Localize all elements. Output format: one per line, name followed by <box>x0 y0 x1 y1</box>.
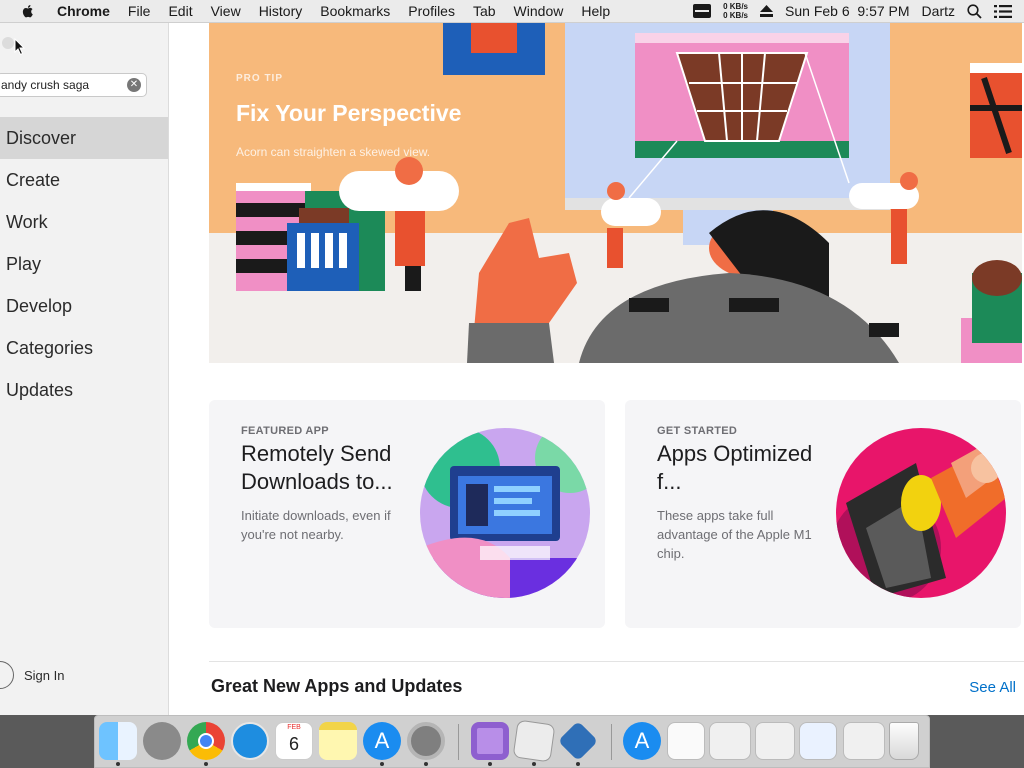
menu-window[interactable]: Window <box>505 3 573 19</box>
sidebar-item-label: Develop <box>6 295 73 316</box>
get-started-illustration <box>836 428 1006 598</box>
window-button[interactable] <box>2 37 14 49</box>
card-tag: GET STARTED <box>657 425 738 437</box>
running-indicator <box>424 762 428 766</box>
sidebar-item-label: Work <box>6 211 48 232</box>
sidebar-item-updates[interactable]: Updates <box>0 369 168 411</box>
calendar-month: FEB <box>287 724 301 731</box>
hero-subtitle: Acorn can straighten a skewed view. <box>236 145 431 159</box>
hero-title: Fix Your Perspective <box>236 100 462 126</box>
sidebar: ✕ Discover Create Work Play Develop Cate… <box>0 23 169 715</box>
dock: FEB 6 A A <box>94 715 930 768</box>
featured-app-card[interactable]: FEATURED APP Remotely Send Downloads to.… <box>209 400 605 628</box>
get-started-card[interactable]: GET STARTED Apps Optimized f... These ap… <box>625 400 1021 628</box>
running-indicator <box>576 762 580 766</box>
menu-edit[interactable]: Edit <box>159 3 201 19</box>
spotlight-search-icon[interactable] <box>967 3 982 19</box>
running-indicator <box>204 762 208 766</box>
running-indicator <box>488 762 492 766</box>
card-tag: FEATURED APP <box>241 425 329 437</box>
search-input[interactable] <box>0 74 121 96</box>
sidebar-item-play[interactable]: Play <box>0 243 168 285</box>
mouse-cursor-icon <box>14 38 26 56</box>
running-indicator <box>532 762 536 766</box>
calendar-icon[interactable]: FEB 6 <box>275 722 313 760</box>
menu-file[interactable]: File <box>119 3 160 19</box>
notification-center-icon[interactable] <box>994 4 1012 18</box>
menu-history[interactable]: History <box>250 3 312 19</box>
apple-menu-icon[interactable] <box>20 3 36 19</box>
virtualbox-icon[interactable] <box>557 720 599 762</box>
menu-chrome[interactable]: Chrome <box>48 3 119 19</box>
system-preferences-icon[interactable] <box>407 722 445 760</box>
trash-icon[interactable] <box>889 722 919 760</box>
calendar-day: 6 <box>288 734 299 754</box>
sidebar-item-label: Updates <box>6 379 74 400</box>
app-store-stack-icon[interactable]: A <box>623 722 661 760</box>
menu-tab[interactable]: Tab <box>464 3 505 19</box>
hero-banner[interactable]: PRO TIP Fix Your Perspective Acorn can s… <box>209 23 1022 363</box>
section-divider <box>209 661 1024 662</box>
menu-user[interactable]: Dartz <box>922 3 955 19</box>
net-upload: 0 KB/s <box>723 2 749 11</box>
card-artwork <box>836 428 1006 598</box>
document-icon[interactable] <box>667 722 705 760</box>
sidebar-item-develop[interactable]: Develop <box>0 285 168 327</box>
screenshot-thumbnail-icon[interactable] <box>755 722 795 760</box>
launchpad-icon[interactable] <box>143 722 181 760</box>
menu-profiles[interactable]: Profiles <box>399 3 464 19</box>
sidebar-item-create[interactable]: Create <box>0 159 168 201</box>
net-download: 0 KB/s <box>723 11 749 20</box>
menu-clock[interactable]: Sun Feb 6 9:57 PM <box>785 3 910 19</box>
sidebar-item-label: Create <box>6 169 61 190</box>
finder-icon[interactable] <box>99 722 137 760</box>
sidebar-item-discover[interactable]: Discover <box>0 117 168 159</box>
dock-separator <box>611 724 612 760</box>
card-description: These apps take full advantage of the Ap… <box>657 508 812 561</box>
main-content: PRO TIP Fix Your Perspective Acorn can s… <box>169 23 1024 715</box>
screenshot-thumbnail-icon[interactable] <box>843 722 885 760</box>
card-title: Remotely Send Downloads to... <box>241 441 393 494</box>
featured-app-illustration <box>420 428 590 598</box>
sidebar-item-categories[interactable]: Categories <box>0 327 168 369</box>
simulator-icon[interactable] <box>471 722 509 760</box>
screenshot-thumbnail-icon[interactable] <box>799 722 837 760</box>
menu-extra-icon[interactable] <box>693 4 712 18</box>
section-title: Great New Apps and Updates <box>211 676 463 696</box>
menu-view[interactable]: View <box>202 3 250 19</box>
running-indicator <box>116 762 120 766</box>
clear-search-icon[interactable]: ✕ <box>127 78 141 92</box>
eject-icon[interactable] <box>760 5 774 17</box>
dock-separator <box>458 724 459 760</box>
network-speed: 0 KB/s 0 KB/s <box>723 2 748 20</box>
menu-bar-extras: 0 KB/s 0 KB/s Sun Feb 6 9:57 PM Dartz <box>693 0 1024 22</box>
sign-in-button[interactable]: Sign In <box>0 661 64 689</box>
running-indicator <box>380 762 384 766</box>
sign-in-label: Sign In <box>24 667 65 683</box>
chrome-icon[interactable] <box>187 722 225 760</box>
account-icon <box>0 661 14 689</box>
sidebar-item-label: Categories <box>6 337 94 358</box>
script-editor-icon[interactable] <box>512 719 556 763</box>
notes-icon[interactable] <box>319 722 357 760</box>
card-description: Initiate downloads, even if you're not n… <box>241 508 391 542</box>
sidebar-item-label: Play <box>6 253 42 274</box>
hero-tag: PRO TIP <box>236 73 284 84</box>
card-artwork <box>420 428 590 598</box>
hero-illustration <box>209 23 1022 363</box>
menu-bookmarks[interactable]: Bookmarks <box>311 3 399 19</box>
safari-icon[interactable] <box>231 722 269 760</box>
app-store-icon[interactable]: A <box>363 722 401 760</box>
see-all-link[interactable]: See All <box>969 679 1016 696</box>
sidebar-item-label: Discover <box>6 127 77 148</box>
screenshot-thumbnail-icon[interactable] <box>709 722 751 760</box>
search-field[interactable]: ✕ <box>0 73 147 97</box>
card-title: Apps Optimized f... <box>657 441 813 494</box>
sidebar-item-work[interactable]: Work <box>0 201 168 243</box>
menu-bar: Chrome File Edit View History Bookmarks … <box>0 0 1024 23</box>
menu-help[interactable]: Help <box>572 3 619 19</box>
